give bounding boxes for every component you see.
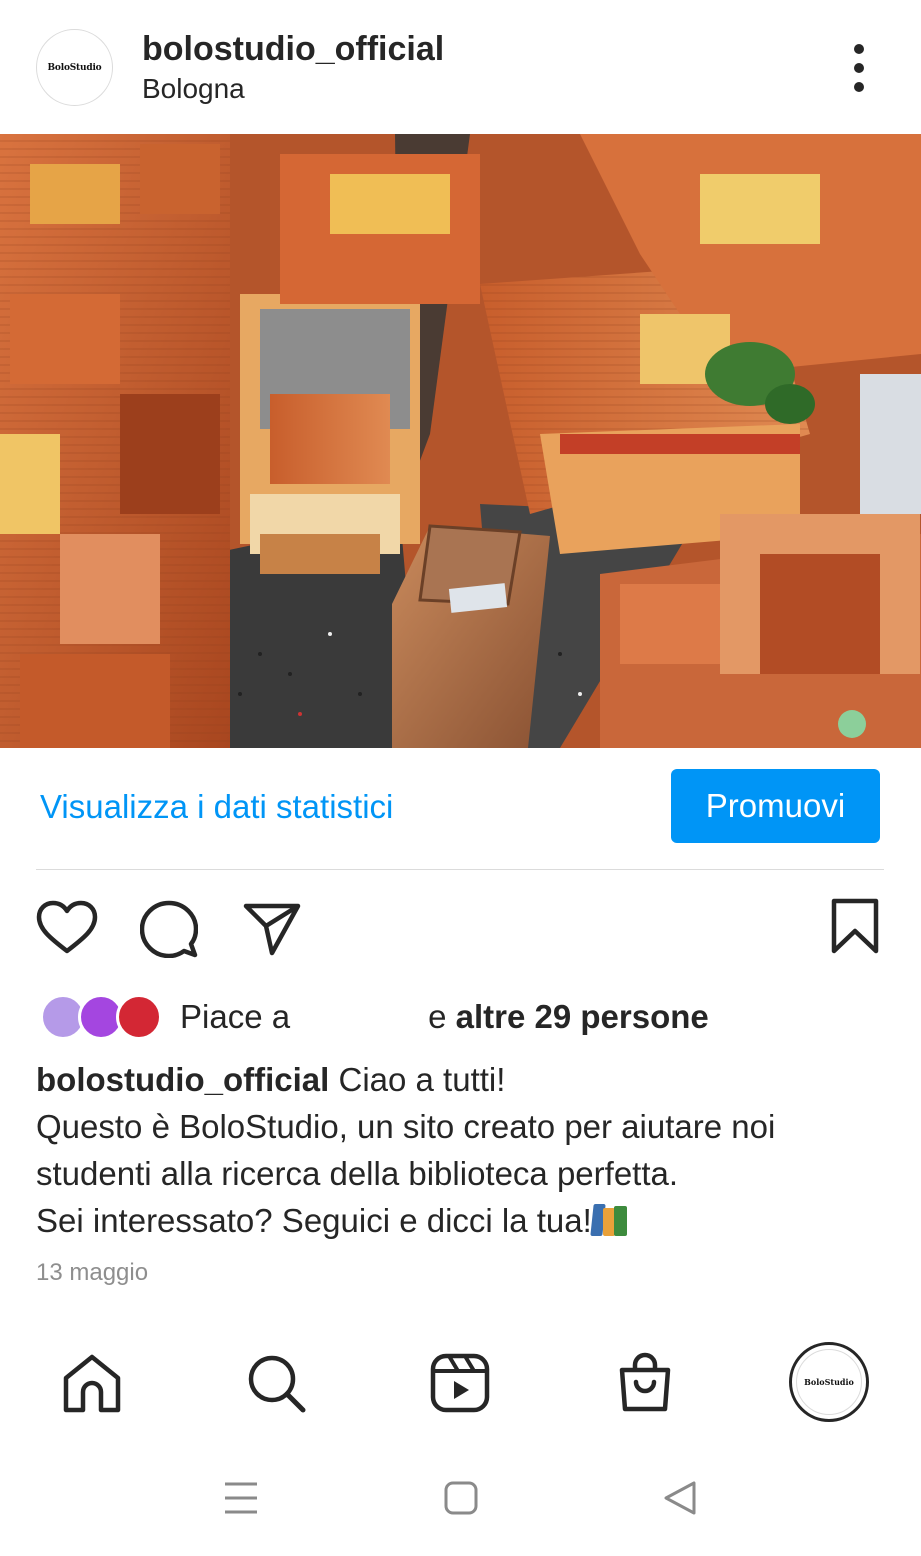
profile-tab-avatar[interactable]: BoloStudio [789, 1342, 869, 1422]
liker-avatar [116, 994, 162, 1040]
paper-plane-icon[interactable] [243, 902, 301, 956]
post-caption: bolostudio_official Ciao a tutti! Questo… [36, 1056, 896, 1244]
more-options-icon[interactable] [848, 44, 870, 92]
caption-line-3: studenti alla ricerca della biblioteca p… [36, 1155, 679, 1192]
avatar-logo-text: BoloStudio [47, 62, 102, 73]
likes-prefix: Piace a [180, 998, 291, 1035]
comment-icon[interactable] [140, 900, 198, 958]
caption-username[interactable]: bolostudio_official [36, 1061, 329, 1098]
divider [36, 869, 884, 870]
caption-line-2: Questo è BoloStudio, un sito creato per … [36, 1108, 776, 1145]
menu-icon[interactable] [223, 1480, 259, 1516]
shop-icon[interactable] [614, 1352, 676, 1414]
reels-icon[interactable] [429, 1352, 491, 1414]
likes-connector: e [428, 998, 447, 1035]
likes-others-count[interactable]: altre 29 persone [456, 998, 709, 1035]
profile-avatar[interactable]: BoloStudio [36, 29, 113, 106]
post-username[interactable]: bolostudio_official [142, 30, 444, 69]
heart-icon[interactable] [36, 900, 98, 956]
books-emoji-icon [590, 1202, 628, 1236]
post-date: 13 maggio [36, 1259, 149, 1286]
promote-button[interactable]: Promuovi [671, 769, 880, 843]
caption-line-1: Ciao a tutti! [338, 1061, 506, 1098]
bookmark-icon[interactable] [830, 898, 880, 954]
aerial-city-photo [0, 134, 921, 748]
back-triangle-icon[interactable] [662, 1480, 698, 1516]
bottom-navigation: BoloStudio [0, 1330, 921, 1440]
view-insights-link[interactable]: Visualizza i dati statistici [40, 788, 393, 826]
system-navigation-bar [0, 1450, 921, 1556]
caption-line-4: Sei interessato? Seguici e dicci la tua! [36, 1202, 592, 1239]
home-square-icon[interactable] [443, 1480, 479, 1516]
post-location[interactable]: Bologna [142, 73, 245, 105]
likes-summary[interactable]: Piace a e altre 29 persone [180, 998, 709, 1036]
profile-tab-logo: BoloStudio [796, 1349, 862, 1415]
post-header: BoloStudio bolostudio_official Bologna [0, 0, 921, 134]
search-icon[interactable] [245, 1352, 307, 1414]
post-photo[interactable] [0, 134, 921, 748]
home-icon[interactable] [61, 1352, 123, 1414]
